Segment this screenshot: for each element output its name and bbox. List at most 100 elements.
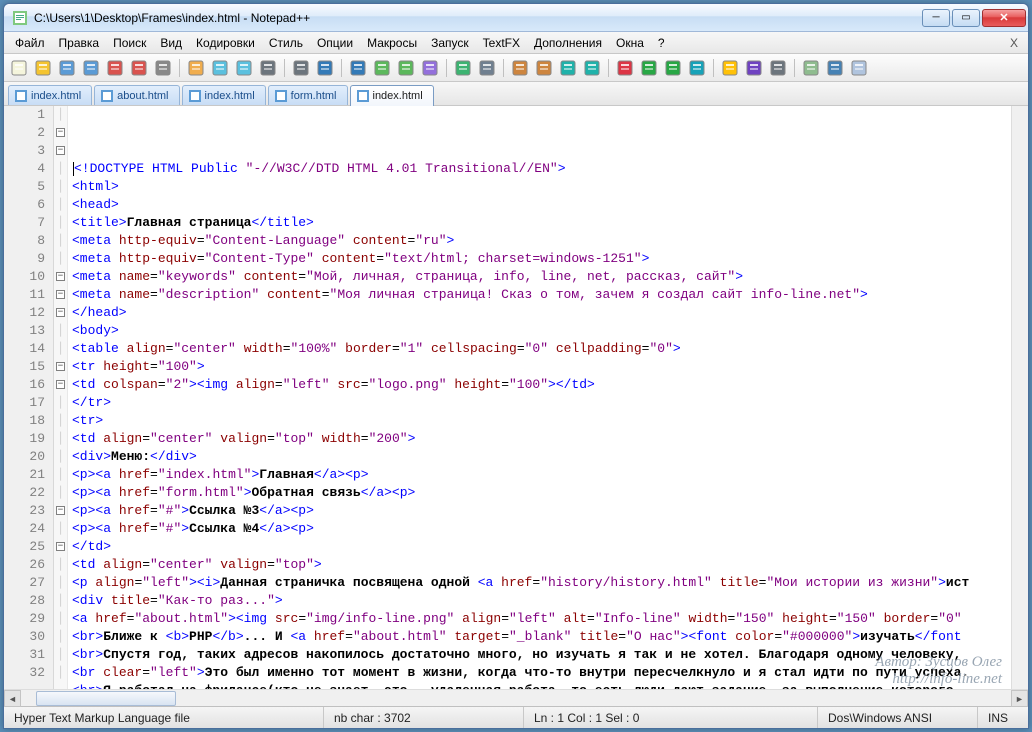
line-number[interactable]: 2 (4, 124, 45, 142)
fold-marker[interactable]: │ (54, 430, 67, 448)
code-line[interactable]: <td colspan="2"><img align="left" src="l… (72, 376, 1028, 394)
toolbar-macro-icon[interactable] (719, 57, 741, 79)
code-line[interactable]: <td align="center" valign="top" width="2… (72, 430, 1028, 448)
line-number[interactable]: 7 (4, 214, 45, 232)
fold-marker[interactable]: │ (54, 664, 67, 682)
toolbar-monitor-icon[interactable] (848, 57, 870, 79)
code-line[interactable]: <meta name="description" content="Моя ли… (72, 286, 1028, 304)
code-line[interactable]: <div>Меню:</div> (72, 448, 1028, 466)
menu-правка[interactable]: Правка (52, 34, 107, 52)
line-number[interactable]: 17 (4, 394, 45, 412)
code-line[interactable]: <body> (72, 322, 1028, 340)
code-line[interactable]: <br>Спустя год, таких адресов накопилось… (72, 646, 1028, 664)
menu-вид[interactable]: Вид (153, 34, 189, 52)
code-line[interactable]: <head> (72, 196, 1028, 214)
titlebar[interactable]: C:\Users\1\Desktop\Frames\index.html - N… (4, 4, 1028, 32)
minimize-button[interactable]: ─ (922, 9, 950, 27)
fold-marker[interactable]: │ (54, 394, 67, 412)
scroll-left-arrow[interactable]: ◄ (4, 690, 21, 707)
toolbar-outdent-icon[interactable] (533, 57, 555, 79)
code-line[interactable]: <meta http-equiv="Content-Type" content=… (72, 250, 1028, 268)
toolbar-replace-icon[interactable] (347, 57, 369, 79)
toolbar-cut-icon[interactable] (185, 57, 207, 79)
code-line[interactable]: <td align="center" valign="top"> (72, 556, 1028, 574)
line-number[interactable]: 22 (4, 484, 45, 502)
code-line[interactable]: <meta name="keywords" content="Мой, личн… (72, 268, 1028, 286)
line-number[interactable]: 27 (4, 574, 45, 592)
line-number[interactable]: 16 (4, 376, 45, 394)
code-line[interactable]: <p><a href="#">Ссылка №3</a><p> (72, 502, 1028, 520)
line-number[interactable]: 25 (4, 538, 45, 556)
status-insert-mode[interactable]: INS (978, 707, 1028, 728)
toolbar-sync-icon[interactable] (419, 57, 441, 79)
fold-marker[interactable]: │ (54, 610, 67, 628)
tab-index-html[interactable]: index.html (182, 85, 266, 105)
fold-marker[interactable]: │ (54, 196, 67, 214)
fold-marker[interactable]: │ (54, 628, 67, 646)
fold-marker[interactable]: − (54, 376, 67, 394)
menu-кодировки[interactable]: Кодировки (189, 34, 262, 52)
mdi-close-button[interactable]: X (1004, 36, 1024, 50)
fold-marker[interactable]: − (54, 502, 67, 520)
code-line[interactable]: <meta http-equiv="Content-Language" cont… (72, 232, 1028, 250)
line-number[interactable]: 13 (4, 322, 45, 340)
line-number[interactable]: 19 (4, 430, 45, 448)
menu-дополнения[interactable]: Дополнения (527, 34, 609, 52)
line-number[interactable]: 10 (4, 268, 45, 286)
tab-about-html[interactable]: about.html (94, 85, 179, 105)
line-number[interactable]: 24 (4, 520, 45, 538)
menu-макросы[interactable]: Макросы (360, 34, 424, 52)
code-line[interactable]: </tr> (72, 394, 1028, 412)
toolbar-print-icon[interactable] (152, 57, 174, 79)
fold-marker[interactable]: │ (54, 646, 67, 664)
fold-marker[interactable]: − (54, 142, 67, 160)
line-number[interactable]: 15 (4, 358, 45, 376)
code-line[interactable]: <div title="Как-то раз..."> (72, 592, 1028, 610)
toolbar-settings-icon[interactable] (767, 57, 789, 79)
line-number[interactable]: 1 (4, 106, 45, 124)
toolbar-indent-icon[interactable] (509, 57, 531, 79)
toolbar-plugin-icon[interactable] (743, 57, 765, 79)
line-number[interactable]: 4 (4, 160, 45, 178)
fold-marker[interactable]: │ (54, 340, 67, 358)
line-number[interactable]: 12 (4, 304, 45, 322)
fold-marker[interactable]: │ (54, 448, 67, 466)
toolbar-save-all-icon[interactable] (80, 57, 102, 79)
tab-index-html[interactable]: index.html (350, 85, 434, 106)
toolbar-close-icon[interactable] (104, 57, 126, 79)
toolbar-word-wrap-icon[interactable] (452, 57, 474, 79)
code-line[interactable]: <table align="center" width="100%" borde… (72, 340, 1028, 358)
toolbar-save-icon[interactable] (56, 57, 78, 79)
line-number[interactable]: 26 (4, 556, 45, 574)
line-number[interactable]: 31 (4, 646, 45, 664)
code-line[interactable]: <br clear="left">Это был именно тот моме… (72, 664, 1028, 682)
line-number[interactable]: 9 (4, 250, 45, 268)
fold-marker[interactable]: │ (54, 106, 67, 124)
menu-?[interactable]: ? (651, 34, 672, 52)
fold-marker[interactable]: − (54, 268, 67, 286)
fold-marker[interactable]: │ (54, 250, 67, 268)
fold-marker[interactable]: │ (54, 160, 67, 178)
line-number[interactable]: 32 (4, 664, 45, 682)
code-line[interactable]: <tr> (72, 412, 1028, 430)
toolbar-copy-icon[interactable] (209, 57, 231, 79)
menu-запуск[interactable]: Запуск (424, 34, 476, 52)
fold-marker[interactable]: − (54, 358, 67, 376)
line-number[interactable]: 28 (4, 592, 45, 610)
toolbar-new-icon[interactable] (8, 57, 30, 79)
line-number[interactable]: 23 (4, 502, 45, 520)
toolbar-run-icon[interactable] (686, 57, 708, 79)
toolbar-undo-icon[interactable] (257, 57, 279, 79)
fold-marker[interactable]: │ (54, 556, 67, 574)
line-number[interactable]: 30 (4, 628, 45, 646)
fold-marker[interactable]: │ (54, 592, 67, 610)
scroll-thumb[interactable] (36, 691, 176, 706)
line-number[interactable]: 29 (4, 610, 45, 628)
fold-marker[interactable]: │ (54, 232, 67, 250)
code-line[interactable]: <br>Ближе к <b>PHP</b>... И <a href="abo… (72, 628, 1028, 646)
fold-marker[interactable]: │ (54, 466, 67, 484)
toolbar-redo-icon[interactable] (290, 57, 312, 79)
fold-marker[interactable]: │ (54, 412, 67, 430)
line-number[interactable]: 5 (4, 178, 45, 196)
toolbar-zoom-in-icon[interactable] (371, 57, 393, 79)
